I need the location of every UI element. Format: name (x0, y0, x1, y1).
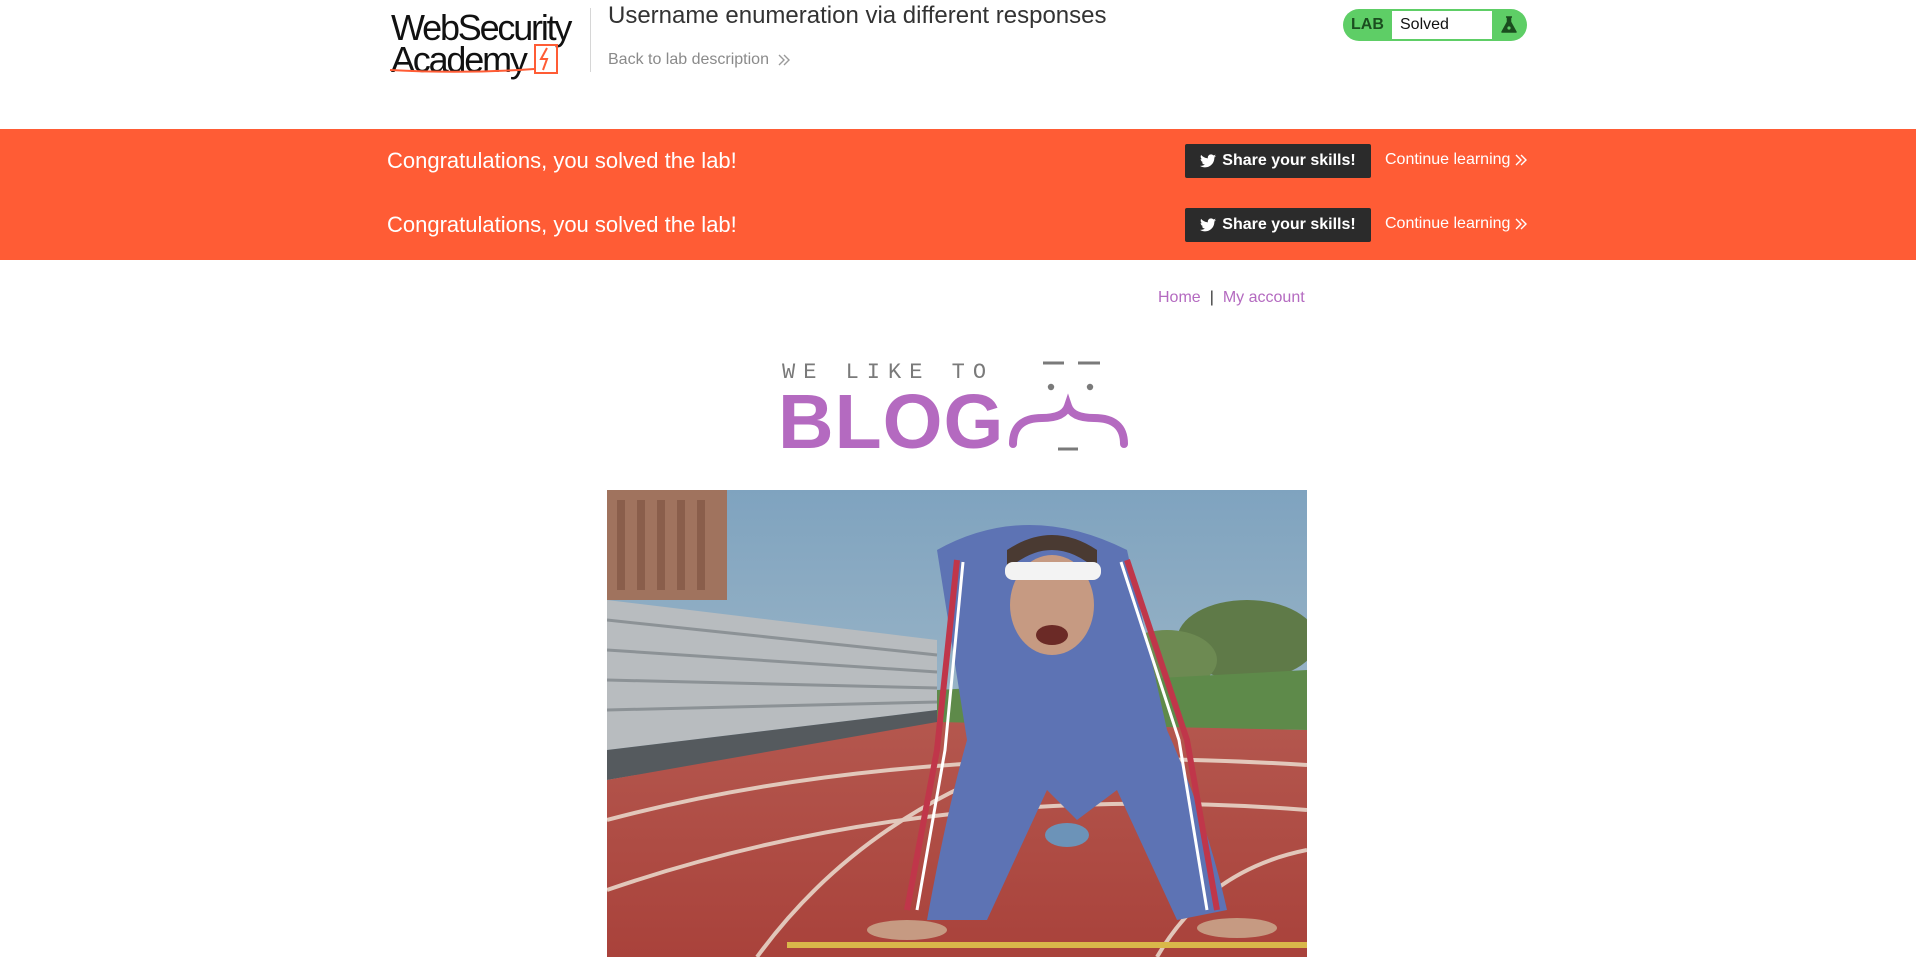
congratulations-message: Congratulations, you solved the lab! (387, 148, 737, 173)
top-navigation: Home | My account (1158, 289, 1305, 307)
continue-learning-label: Continue learning (1385, 215, 1511, 232)
logo-underline-icon (389, 68, 535, 73)
double-chevron-right-icon (1515, 154, 1528, 166)
continue-learning-link[interactable]: Continue learning (1385, 151, 1528, 169)
notification-row: Congratulations, you solved the lab! Sha… (0, 129, 1916, 193)
nav-home-link[interactable]: Home (1158, 289, 1201, 306)
double-chevron-right-icon (1515, 218, 1528, 230)
share-your-skills-button[interactable]: Share your skills! (1185, 208, 1371, 242)
academy-header: WebSecurity Academy Username enumeration… (0, 0, 1916, 129)
blog-face-icon (1009, 361, 1128, 451)
twitter-icon (1200, 218, 1217, 232)
nav-separator: | (1209, 289, 1214, 306)
blog-wordmark: BLOG (778, 379, 1005, 465)
hero-image-athlete-on-track (607, 490, 1307, 957)
continue-learning-link[interactable]: Continue learning (1385, 215, 1528, 233)
flask-icon (1501, 16, 1517, 33)
blog-header-logo: WE LIKE TO BLOG (778, 356, 1138, 461)
lab-status-widget: LAB Solved (1343, 9, 1527, 41)
congratulations-message: Congratulations, you solved the lab! (387, 212, 737, 237)
share-button-label: Share your skills! (1222, 152, 1356, 169)
back-to-lab-description-link[interactable]: Back to lab description (608, 51, 791, 69)
share-your-skills-button[interactable]: Share your skills! (1185, 144, 1371, 178)
hero-illustration (607, 490, 1307, 957)
lab-status-value: Solved (1392, 11, 1492, 39)
double-chevron-right-icon (778, 54, 790, 66)
continue-learning-label: Continue learning (1385, 151, 1511, 168)
web-security-academy-logo[interactable]: WebSecurity Academy (388, 4, 588, 84)
lab-title: Username enumeration via different respo… (608, 2, 1107, 29)
header-divider (590, 8, 591, 72)
back-link-label: Back to lab description (608, 51, 769, 68)
share-button-label: Share your skills! (1222, 216, 1356, 233)
nav-my-account-link[interactable]: My account (1223, 289, 1305, 306)
notification-row: Congratulations, you solved the lab! Sha… (0, 193, 1916, 257)
lab-solved-notification: Congratulations, you solved the lab! Sha… (0, 129, 1916, 260)
lab-status-label: LAB (1351, 16, 1384, 33)
twitter-icon (1200, 154, 1217, 168)
